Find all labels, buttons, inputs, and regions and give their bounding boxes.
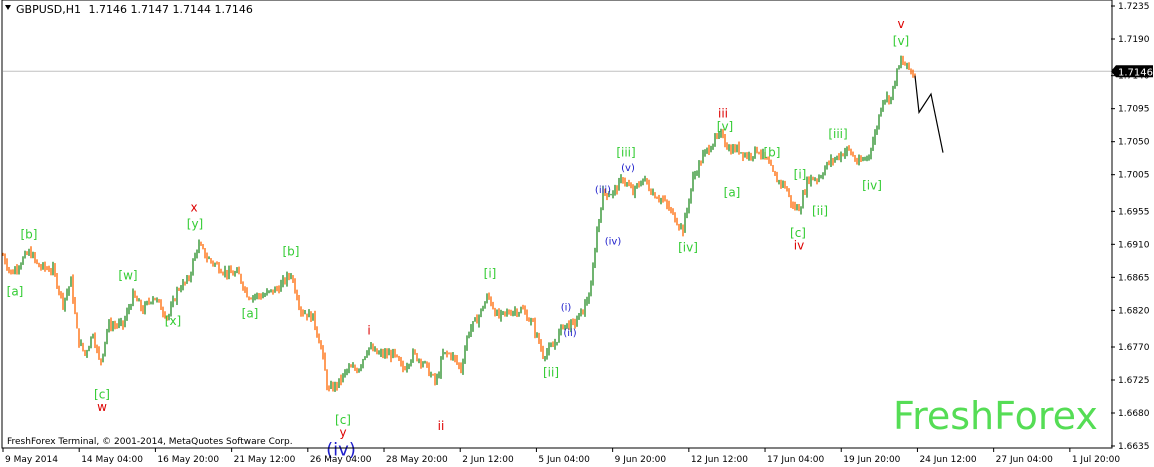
wave-label: [iii]	[828, 127, 847, 141]
x-tick-label: 14 May 04:00	[81, 455, 143, 465]
wave-label: [i]	[794, 167, 807, 181]
wave-label: [b]	[21, 227, 38, 241]
ohlc-values: 1.7146 1.7147 1.7144 1.7146	[88, 3, 252, 16]
wave-label: [x]	[165, 314, 181, 328]
chart-menu-arrow-icon[interactable]	[5, 5, 11, 10]
x-tick-label: 27 Jun 04:00	[996, 455, 1053, 465]
wave-label: [b]	[764, 145, 781, 159]
wave-label: iv	[794, 238, 804, 252]
wave-label: ii	[438, 419, 445, 433]
wave-label: [w]	[118, 269, 137, 283]
wave-label: [y]	[187, 217, 203, 231]
wave-label: [i]	[484, 266, 497, 280]
chart-canvas: [b][a][c]w[w][x]x[y][a][b][c]y(iv)iii[i]…	[1, 0, 1153, 465]
y-tick-label: 1.6680	[1118, 409, 1150, 419]
x-tick-label: 24 Jun 12:00	[919, 455, 976, 465]
wave-label: [b]	[283, 244, 300, 258]
x-tick-label: 9 Jun 20:00	[615, 455, 667, 465]
y-tick-label: 1.7005	[1118, 171, 1150, 181]
svg-text:GBPUSD,H1 1.7146 1.7147 1.: GBPUSD,H1 1.7146 1.7147 1.7144 1.7146	[16, 3, 253, 16]
wave-label: [ii]	[812, 204, 828, 218]
y-tick-label: 1.7190	[1118, 35, 1150, 45]
y-tick-label: 1.6725	[1118, 376, 1150, 386]
wave-label: [a]	[7, 285, 24, 299]
y-tick-label: 1.6820	[1118, 306, 1150, 316]
watermark-logo: FreshForex	[893, 394, 1098, 438]
wave-label: (ii)	[563, 328, 576, 339]
wave-label: [v]	[893, 34, 909, 48]
current-price-tag: 1.7146	[1111, 65, 1153, 78]
wave-label: [iv]	[678, 241, 698, 255]
x-tick-label: 12 Jun 12:00	[691, 455, 748, 465]
y-tick-label: 1.7050	[1118, 138, 1150, 148]
y-tick-label: 1.6910	[1118, 240, 1150, 250]
wave-label: (v)	[621, 163, 635, 174]
wave-label: [iii]	[616, 145, 635, 159]
wave-label: [a]	[242, 307, 259, 321]
x-tick-label: 28 May 20:00	[386, 455, 448, 465]
y-tick-label: 1.6865	[1118, 273, 1150, 283]
y-tick-label: 1.7235	[1118, 2, 1150, 12]
wave-label: x	[190, 200, 197, 214]
x-tick-label: 9 May 2014	[5, 455, 58, 465]
forecast-line	[914, 75, 944, 153]
wave-label: w	[97, 400, 107, 414]
x-tick-label: 16 May 20:00	[157, 455, 219, 465]
symbol-label: GBPUSD,H1	[16, 3, 81, 16]
y-tick-label: 1.6770	[1118, 343, 1150, 353]
x-tick-label: 21 May 12:00	[234, 455, 296, 465]
x-tick-label: 26 May 04:00	[310, 455, 372, 465]
wave-label: (iii)	[595, 185, 611, 196]
x-tick-label: 17 Jun 04:00	[767, 455, 824, 465]
copyright-text: FreshForex Terminal, © 2001-2014, MetaQu…	[7, 437, 293, 447]
x-tick-label: 1 Jul 20:00	[1072, 455, 1121, 465]
x-tick-label: 5 Jun 04:00	[538, 455, 590, 465]
x-tick-label: 19 Jun 20:00	[843, 455, 900, 465]
chart-frame	[1, 0, 1113, 449]
wave-label: v	[897, 17, 904, 31]
wave-label: [iv]	[862, 178, 882, 192]
wave-label: (i)	[561, 302, 572, 313]
price-series	[2, 55, 916, 392]
y-tick-label: 1.6955	[1118, 207, 1150, 217]
y-tick-label: 1.7095	[1118, 105, 1150, 115]
wave-label: iii	[718, 106, 728, 120]
wave-label: [v]	[717, 120, 733, 134]
current-price-label: 1.7146	[1118, 67, 1153, 78]
wave-labels: [b][a][c]w[w][x]x[y][a][b][c]y(iv)iii[i]…	[7, 17, 910, 461]
wave-label: i	[367, 324, 370, 338]
wave-label: y	[339, 425, 346, 439]
y-tick-label: 1.6635	[1118, 442, 1150, 452]
wave-label: [a]	[724, 186, 741, 200]
wave-label: [ii]	[543, 365, 559, 379]
wave-label: (iv)	[605, 236, 622, 247]
x-axis: 9 May 2014 14 May 04:00 16 May 20:00 21 May…	[2, 448, 1121, 465]
x-tick-label: 2 Jun 12:00	[462, 455, 514, 465]
